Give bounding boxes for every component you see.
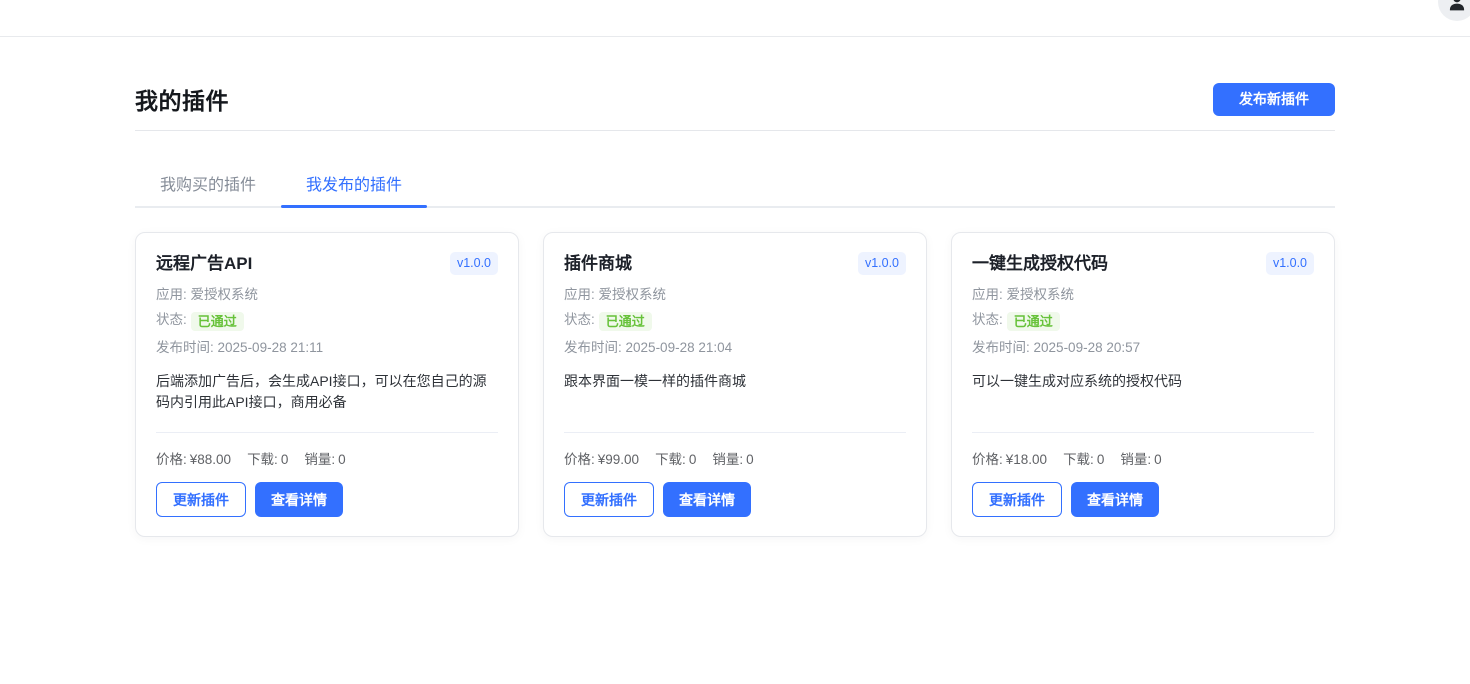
view-details-button[interactable]: 查看详情 [663, 482, 751, 517]
plugin-stats: 价格:¥99.00 下载:0 销量:0 [564, 448, 906, 468]
published-value: 2025-09-28 21:11 [218, 340, 324, 355]
downloads-stat: 下载:0 [247, 448, 288, 468]
sales-stat: 销量:0 [304, 448, 345, 468]
downloads-stat: 下载:0 [1063, 448, 1104, 468]
status-line: 状态: 已通过 [564, 312, 906, 331]
card-divider [972, 432, 1314, 433]
plugin-meta: 应用: 爱授权系统 状态: 已通过 发布时间: 2025-09-28 20:57 [972, 288, 1314, 365]
top-navbar [0, 0, 1470, 37]
app-line: 应用: 爱授权系统 [156, 288, 498, 302]
page-header: 我的插件 发布新插件 [135, 82, 1335, 116]
update-plugin-button[interactable]: 更新插件 [972, 482, 1062, 517]
status-line: 状态: 已通过 [156, 312, 498, 331]
plugin-stats: 价格:¥88.00 下载:0 销量:0 [156, 448, 498, 468]
price-label: 价格: [564, 452, 595, 467]
plugin-description: 后端添加广告后，会生成API接口，可以在您自己的源码内引用此API接口，商用必备 [156, 371, 498, 432]
plugin-description: 可以一键生成对应系统的授权代码 [972, 371, 1314, 432]
card-divider [564, 432, 906, 433]
status-badge: 已通过 [1007, 312, 1060, 331]
plugin-tabs: 我购买的插件 我发布的插件 [135, 177, 1335, 208]
downloads-label: 下载: [1063, 452, 1094, 467]
update-plugin-button[interactable]: 更新插件 [564, 482, 654, 517]
version-badge: v1.0.0 [450, 252, 498, 275]
header-divider [135, 130, 1335, 131]
card-divider [156, 432, 498, 433]
status-label: 状态: [156, 312, 187, 327]
sales-stat: 销量:0 [712, 448, 753, 468]
price-stat: 价格:¥88.00 [156, 448, 231, 468]
downloads-value: 0 [1097, 452, 1105, 467]
plugin-card: 插件商城 v1.0.0 应用: 爱授权系统 状态: 已通过 发布时间: 2025-… [543, 232, 927, 537]
plugin-title: 插件商城 [564, 252, 632, 276]
sales-value: 0 [1154, 452, 1162, 467]
plugin-stats: 价格:¥18.00 下载:0 销量:0 [972, 448, 1314, 468]
sales-label: 销量: [1120, 452, 1151, 467]
plugin-description: 跟本界面一模一样的插件商城 [564, 371, 906, 432]
published-value: 2025-09-28 21:04 [626, 340, 733, 355]
card-header: 一键生成授权代码 v1.0.0 [972, 252, 1314, 276]
card-header: 插件商城 v1.0.0 [564, 252, 906, 276]
app-label: 应用: [156, 287, 187, 302]
published-label: 发布时间: [972, 340, 1030, 355]
sales-label: 销量: [712, 452, 743, 467]
user-avatar[interactable] [1438, 0, 1470, 21]
published-line: 发布时间: 2025-09-28 21:11 [156, 341, 498, 355]
price-label: 价格: [156, 452, 187, 467]
published-value: 2025-09-28 20:57 [1034, 340, 1141, 355]
app-label: 应用: [564, 287, 595, 302]
app-line: 应用: 爱授权系统 [972, 288, 1314, 302]
app-line: 应用: 爱授权系统 [564, 288, 906, 302]
card-actions: 更新插件 查看详情 [156, 482, 498, 517]
plugin-title: 一键生成授权代码 [972, 252, 1108, 276]
plugin-card-grid: 远程广告API v1.0.0 应用: 爱授权系统 状态: 已通过 发布时间: 20… [135, 232, 1335, 537]
status-badge: 已通过 [599, 312, 652, 331]
downloads-value: 0 [689, 452, 697, 467]
version-badge: v1.0.0 [858, 252, 906, 275]
status-line: 状态: 已通过 [972, 312, 1314, 331]
downloads-value: 0 [281, 452, 289, 467]
app-value: 爱授权系统 [599, 287, 667, 302]
view-details-button[interactable]: 查看详情 [255, 482, 343, 517]
update-plugin-button[interactable]: 更新插件 [156, 482, 246, 517]
published-line: 发布时间: 2025-09-28 20:57 [972, 341, 1314, 355]
version-badge: v1.0.0 [1266, 252, 1314, 275]
tab-purchased-plugins[interactable]: 我购买的插件 [135, 177, 281, 206]
app-label: 应用: [972, 287, 1003, 302]
downloads-stat: 下载:0 [655, 448, 696, 468]
card-header: 远程广告API v1.0.0 [156, 252, 498, 276]
price-value: ¥18.00 [1006, 452, 1047, 467]
plugin-title: 远程广告API [156, 252, 252, 276]
status-label: 状态: [564, 312, 595, 327]
my-plugins-page: 我的插件 发布新插件 我购买的插件 我发布的插件 远程广告API v1.0.0 … [135, 37, 1335, 537]
price-stat: 价格:¥99.00 [564, 448, 639, 468]
status-badge: 已通过 [191, 312, 244, 331]
sales-stat: 销量:0 [1120, 448, 1161, 468]
plugin-meta: 应用: 爱授权系统 状态: 已通过 发布时间: 2025-09-28 21:04 [564, 288, 906, 365]
publish-new-plugin-button[interactable]: 发布新插件 [1213, 83, 1335, 116]
user-icon [1447, 0, 1467, 12]
downloads-label: 下载: [247, 452, 278, 467]
price-value: ¥99.00 [598, 452, 639, 467]
page-title: 我的插件 [135, 82, 229, 116]
price-value: ¥88.00 [190, 452, 231, 467]
published-label: 发布时间: [156, 340, 214, 355]
status-label: 状态: [972, 312, 1003, 327]
sales-value: 0 [746, 452, 754, 467]
card-actions: 更新插件 查看详情 [972, 482, 1314, 517]
plugin-card: 一键生成授权代码 v1.0.0 应用: 爱授权系统 状态: 已通过 发布时间: 2… [951, 232, 1335, 537]
sales-label: 销量: [304, 452, 335, 467]
sales-value: 0 [338, 452, 346, 467]
app-value: 爱授权系统 [191, 287, 259, 302]
published-label: 发布时间: [564, 340, 622, 355]
published-line: 发布时间: 2025-09-28 21:04 [564, 341, 906, 355]
price-label: 价格: [972, 452, 1003, 467]
app-value: 爱授权系统 [1007, 287, 1075, 302]
plugin-meta: 应用: 爱授权系统 状态: 已通过 发布时间: 2025-09-28 21:11 [156, 288, 498, 365]
price-stat: 价格:¥18.00 [972, 448, 1047, 468]
tab-published-plugins[interactable]: 我发布的插件 [281, 177, 427, 206]
downloads-label: 下载: [655, 452, 686, 467]
view-details-button[interactable]: 查看详情 [1071, 482, 1159, 517]
card-actions: 更新插件 查看详情 [564, 482, 906, 517]
plugin-card: 远程广告API v1.0.0 应用: 爱授权系统 状态: 已通过 发布时间: 20… [135, 232, 519, 537]
